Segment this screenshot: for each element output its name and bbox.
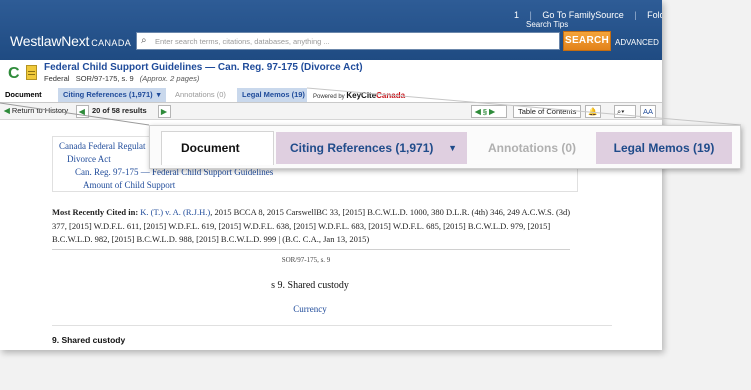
tab-annotations[interactable]: Annotations (0) <box>170 88 232 102</box>
jurisdiction: Federal <box>44 74 70 83</box>
toc-link-amount[interactable]: Amount of Child Support <box>83 180 175 190</box>
term-icon: § <box>480 107 490 116</box>
tab-citing-references[interactable]: Citing References (1,971) ▾ <box>58 88 166 102</box>
table-of-contents-button[interactable]: Table of Contents <box>513 105 582 118</box>
westlaw-window: 1 | Go To FamilySource | Folders ▾ | H S… <box>0 0 662 350</box>
document-type-icon <box>26 65 37 80</box>
document-tab-bar: Document Citing References (1,971) ▾ Ann… <box>0 88 662 103</box>
zoom-tab-legal-memos[interactable]: Legal Memos (19) <box>596 132 732 164</box>
back-arrow-icon: ◀ <box>4 106 10 115</box>
keycite-flag-icon[interactable]: C <box>8 65 20 83</box>
next-term-icon[interactable]: ▶ <box>489 107 495 116</box>
zoom-tab-citing-references[interactable]: Citing References (1,971) ▼ <box>276 132 467 164</box>
result-counter: 20 of 58 results <box>92 105 147 118</box>
keycite-canada-label: Canada <box>376 91 406 100</box>
term-navigation[interactable]: ◀ § ▶ <box>471 105 507 118</box>
zoom-tab-citing-label: Citing References (1,971) <box>290 141 434 155</box>
search-tips-link[interactable]: Search Tips <box>526 20 568 29</box>
chevron-down-icon[interactable]: ▾ <box>155 90 161 99</box>
util-link-folders[interactable]: Folders ▾ <box>647 10 662 20</box>
zoomed-tab-callout: Document Citing References (1,971) ▼ Ann… <box>149 125 741 169</box>
logo-canada: CANADA <box>91 38 132 48</box>
previous-result-button[interactable]: ◀ <box>76 105 89 118</box>
chevron-down-icon: ▾ <box>621 107 625 116</box>
document-header: C Federal Child Support Guidelines — Can… <box>0 60 662 88</box>
section-heading: s 9. Shared custody <box>271 280 349 291</box>
font-size-button[interactable]: AA <box>640 105 656 118</box>
return-label: Return to History <box>11 106 69 115</box>
search-scope-icon[interactable]: ⌕ <box>141 35 147 46</box>
sor-reference: SOR/97-175, s. 9 <box>281 256 331 264</box>
search-placeholder: Enter search terms, citations, databases… <box>155 37 330 46</box>
currency-link[interactable]: Currency <box>0 304 620 314</box>
top-header-bar: 1 | Go To FamilySource | Folders ▾ | H S… <box>0 0 662 60</box>
cited-case-link[interactable]: K. (T.) v. A. (R.J.H.) <box>140 207 210 217</box>
utility-links: 1 | Go To FamilySource | Folders ▾ | H S… <box>514 10 662 29</box>
most-recently-cited: Most Recently Cited in: K. (T.) v. A. (R… <box>52 206 572 247</box>
subsection-heading: 9. Shared custody <box>52 335 126 345</box>
util-link-count[interactable]: 1 <box>514 10 519 20</box>
keycite-alert-icon[interactable]: 🔔 <box>585 105 601 118</box>
results-label: 20 of 58 results <box>92 106 147 115</box>
search-document-button[interactable]: ⌕▾ <box>614 105 636 118</box>
zoom-tab-annotations[interactable]: Annotations (0) <box>473 132 591 164</box>
page-estimate: (Approx. 2 pages) <box>139 74 200 83</box>
chevron-down-icon[interactable]: ▼ <box>448 132 457 164</box>
document-meta: Federal SOR/97-175, s. 9 (Approx. 2 page… <box>44 74 199 83</box>
return-to-history-link[interactable]: ◀ Return to History <box>4 105 68 118</box>
tab-document[interactable]: Document <box>0 88 52 102</box>
document-title: Federal Child Support Guidelines — Can. … <box>44 62 363 73</box>
next-arrow-icon: ▶ <box>161 107 167 116</box>
advanced-search-link[interactable]: ADVANCED <box>615 38 659 47</box>
next-result-button[interactable]: ▶ <box>158 105 171 118</box>
westlaw-logo[interactable]: WestlawNext CANADA <box>10 33 131 49</box>
tab-legal-memos[interactable]: Legal Memos (19) <box>237 88 307 102</box>
util-link-familysource[interactable]: Go To FamilySource <box>542 10 623 20</box>
powered-by-label: Powered by <box>313 94 345 100</box>
divider <box>52 325 612 326</box>
tab-citing-label: Citing References (1,971) <box>63 90 153 99</box>
search-input[interactable]: ⌕ Enter search terms, citations, databas… <box>136 32 560 50</box>
cited-label: Most Recently Cited in: <box>52 207 139 217</box>
divider <box>52 249 570 250</box>
logo-main: WestlawNext <box>10 33 90 49</box>
search-button[interactable]: SEARCH <box>563 31 611 51</box>
zoom-tab-document[interactable]: Document <box>161 131 274 165</box>
powered-by-keycite: Powered by KeyCiteCanada <box>313 91 405 100</box>
document-toolbar: ◀ Return to History ◀ 20 of 58 results ▶… <box>0 103 662 120</box>
citation: SOR/97-175, s. 9 <box>75 74 134 83</box>
toc-link-collection[interactable]: Canada Federal Regulat <box>59 141 145 151</box>
toc-link-divorce-act[interactable]: Divorce Act <box>67 154 111 164</box>
keycite-label: KeyCite <box>346 91 377 100</box>
prev-arrow-icon: ◀ <box>79 107 85 116</box>
